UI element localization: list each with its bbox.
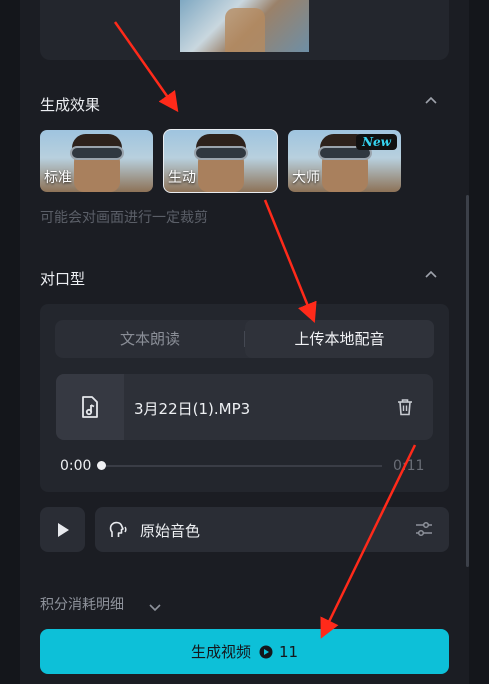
audio-file-icon <box>56 374 124 440</box>
play-button[interactable] <box>40 507 85 552</box>
uploaded-audio-file: 3月22日(1).MP3 <box>56 374 433 440</box>
play-icon <box>57 522 69 537</box>
voice-head-icon <box>109 521 129 543</box>
total-time: 0:11 <box>393 458 425 474</box>
scrollbar[interactable] <box>466 195 469 567</box>
audio-source-tabs: 文本朗读 上传本地配音 <box>55 320 434 358</box>
audio-progress-track[interactable] <box>101 465 382 467</box>
effect-label: 生动 <box>168 170 196 186</box>
source-thumbnail[interactable] <box>180 0 309 52</box>
cost-value: 11 <box>278 642 299 661</box>
effect-label: 标准 <box>44 170 72 186</box>
points-icon <box>259 645 273 658</box>
audio-progress-handle[interactable] <box>97 461 106 470</box>
crop-hint: 可能会对画面进行一定裁剪 <box>40 210 208 226</box>
collapse-lip-sync-icon[interactable] <box>424 268 438 282</box>
effect-option-standard[interactable]: 标准 <box>40 130 153 192</box>
effects-section-title: 生成效果 <box>40 96 101 114</box>
audio-file-name: 3月22日(1).MP3 <box>134 400 251 418</box>
delete-file-icon[interactable] <box>397 398 413 420</box>
chevron-down-icon[interactable] <box>148 598 162 617</box>
effect-option-vivid[interactable]: 生动 <box>163 129 278 193</box>
voice-selector[interactable]: 原始音色 <box>95 507 449 552</box>
generate-video-label: 生成视频 <box>190 643 251 661</box>
effect-option-master[interactable]: New 大师 <box>288 130 401 192</box>
tab-text-to-speech[interactable]: 文本朗读 <box>55 320 245 358</box>
voice-label: 原始音色 <box>140 522 201 540</box>
generate-video-button[interactable]: 生成视频 11 <box>40 629 449 674</box>
collapse-effects-icon[interactable] <box>424 94 438 108</box>
new-badge: New <box>356 134 397 150</box>
voice-settings-icon[interactable] <box>415 521 433 541</box>
lip-sync-section-title: 对口型 <box>40 270 86 288</box>
effect-label: 大师 <box>292 170 320 186</box>
cost-indicator: 11 <box>259 643 298 661</box>
points-detail-toggle[interactable]: 积分消耗明细 <box>40 594 124 614</box>
current-time: 0:00 <box>60 458 92 474</box>
tab-upload-audio[interactable]: 上传本地配音 <box>245 320 434 358</box>
